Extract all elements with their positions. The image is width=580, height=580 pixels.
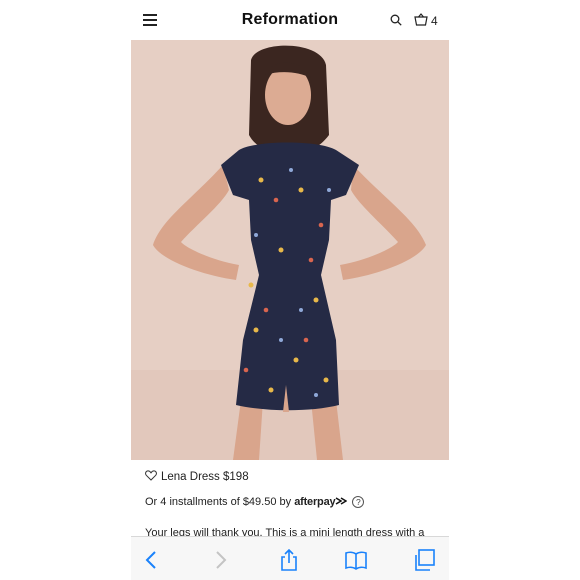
shopping-bag-icon[interactable] [414, 13, 428, 26]
afterpay-logo: afterpay [294, 496, 336, 508]
model-illustration [131, 40, 449, 460]
product-title-row: Lena Dress $198 [145, 470, 445, 483]
search-icon[interactable] [390, 14, 402, 26]
back-icon[interactable] [141, 549, 163, 571]
phone-screen: Reformation 4 Lena Dress $198 Or 4 insta… [131, 0, 449, 580]
heart-icon[interactable] [145, 470, 157, 481]
product-photo[interactable] [131, 40, 449, 460]
installments-row: Or 4 installments of $49.50 by afterpay? [145, 496, 445, 508]
product-name-price: Lena Dress $198 [161, 471, 249, 483]
cart-count[interactable]: 4 [431, 14, 438, 28]
forward-icon[interactable] [209, 549, 231, 571]
installments-text: Or 4 installments of $49.50 by [145, 496, 292, 508]
browser-toolbar [131, 536, 449, 580]
bookmarks-icon[interactable] [345, 549, 367, 571]
afterpay-arrows-icon [336, 497, 348, 505]
help-icon[interactable]: ? [352, 496, 365, 508]
site-header: Reformation 4 [131, 0, 449, 40]
tabs-icon[interactable] [413, 549, 435, 571]
share-icon[interactable] [278, 549, 300, 571]
